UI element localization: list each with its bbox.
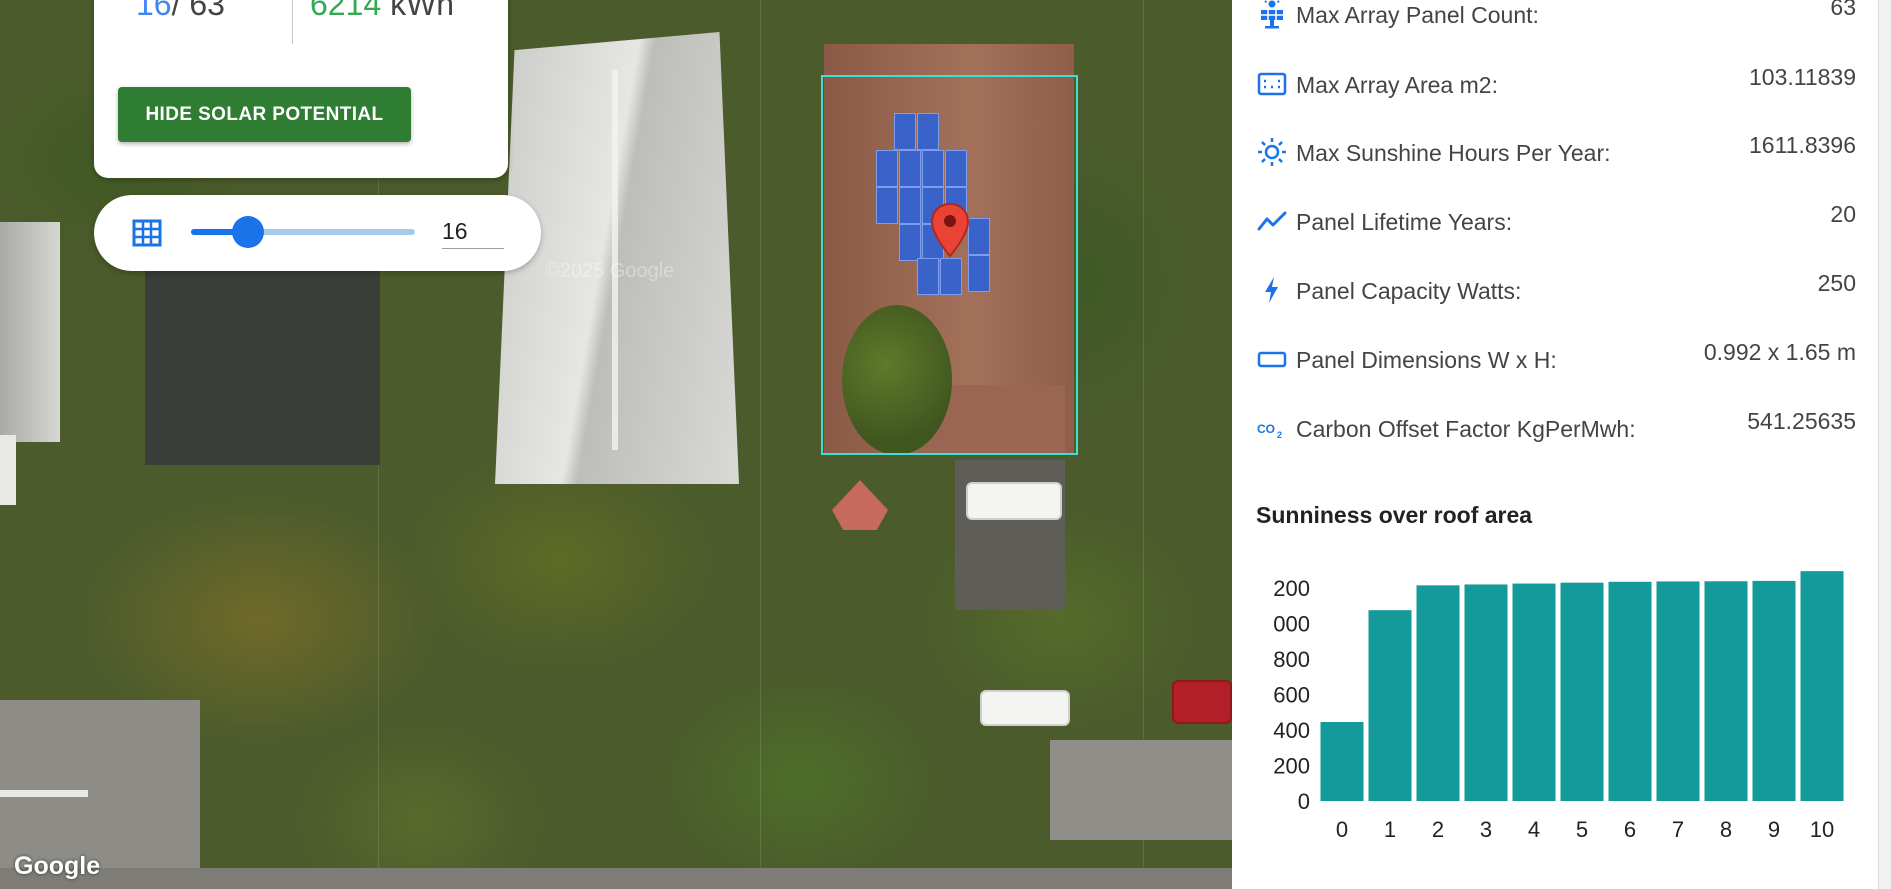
stat-row: Panel Lifetime Years: 20 [1256, 201, 1856, 241]
x-tick-label: 6 [1624, 817, 1636, 842]
google-logo: Google [14, 852, 101, 880]
stat-row: Max Array Panel Count: 63 [1256, 0, 1856, 34]
x-tick-label: 4 [1528, 817, 1540, 842]
x-tick-label: 5 [1576, 817, 1588, 842]
stat-value: 63 [1830, 0, 1856, 20]
parked-car [966, 482, 1062, 520]
rectangle-icon [1256, 343, 1288, 375]
neighbor-roof-dark [145, 265, 380, 465]
road [1050, 740, 1232, 840]
chart-bar[interactable] [1512, 583, 1556, 801]
stat-row: Max Sunshine Hours Per Year: 1611.8396 [1256, 132, 1856, 172]
sun-icon [1256, 136, 1288, 168]
y-tick-label: 000 [1273, 612, 1310, 637]
road [0, 868, 1232, 889]
bolt-icon [1256, 274, 1288, 306]
gazebo-roof [832, 480, 888, 530]
lane-marking [0, 790, 88, 797]
tile-seam [760, 0, 761, 889]
chart-bar[interactable] [1464, 584, 1508, 801]
chart-bar[interactable] [1416, 585, 1460, 801]
chart-bar[interactable] [1656, 581, 1700, 801]
chart-bar[interactable] [1608, 581, 1652, 801]
stat-divider [292, 0, 293, 44]
slider-track[interactable] [191, 216, 415, 248]
stat-label: Panel Capacity Watts: [1296, 278, 1522, 304]
x-tick-label: 7 [1672, 817, 1684, 842]
y-tick-label: 600 [1273, 683, 1310, 708]
sunniness-bar-chart: 0 200 400 600 800 000 200 0 1 2 3 4 5 6 7 8 9 10 [1273, 571, 1844, 842]
x-tick-label: 0 [1336, 817, 1348, 842]
neighbor-roof-left-edge [0, 435, 16, 505]
stat-value: 541.25635 [1747, 408, 1856, 434]
panels-total: / 63 [171, 0, 225, 22]
solar-summary-card: 16/ 63 6214 kWh HIDE SOLAR POTENTIAL [94, 0, 508, 178]
map-watermark: ©2025 Google [545, 260, 675, 282]
panel-count-input[interactable] [442, 215, 504, 249]
building-insights-panel: Max Array Panel Count: 63 Max Array Area m… [1232, 0, 1878, 889]
co2-icon: CO 2 [1256, 412, 1288, 444]
chart-bar[interactable] [1704, 581, 1748, 801]
x-tick-label: 9 [1768, 817, 1780, 842]
energy-stat: 6214 kWh [310, 0, 454, 20]
trend-line-icon [1256, 205, 1288, 237]
stat-label: Carbon Offset Factor KgPerMwh: [1296, 416, 1636, 442]
stat-row: CO 2 Carbon Offset Factor KgPerMwh: 541.256… [1256, 408, 1856, 448]
stat-row: Panel Capacity Watts: 250 [1256, 270, 1856, 310]
chart-title: Sunniness over roof area [1256, 502, 1533, 528]
chart-bar[interactable] [1800, 571, 1844, 801]
location-pin-icon[interactable] [930, 202, 970, 258]
y-tick-label: 0 [1298, 789, 1310, 814]
slider-thumb[interactable] [232, 216, 264, 248]
stat-row: Panel Dimensions W x H: 0.992 x 1.65 m [1256, 339, 1856, 379]
hide-solar-potential-button[interactable]: HIDE SOLAR POTENTIAL [118, 87, 411, 142]
chart-bar[interactable] [1752, 580, 1796, 801]
energy-value: 6214 [310, 0, 382, 22]
building-bounding-box [821, 75, 1078, 455]
svg-text:2: 2 [1277, 430, 1282, 440]
stat-label: Max Sunshine Hours Per Year: [1296, 140, 1611, 166]
stat-value: 1611.8396 [1748, 132, 1856, 158]
y-tick-label: 200 [1273, 576, 1310, 601]
area-icon [1256, 68, 1288, 100]
panel-count-stat: 16/ 63 [136, 0, 225, 20]
solar-panel-icon [1256, 0, 1288, 30]
scrollbar[interactable] [1878, 0, 1891, 889]
svg-text:CO: CO [1257, 422, 1275, 436]
parked-car [980, 690, 1070, 726]
y-tick-label: 400 [1273, 718, 1310, 743]
x-tick-label: 1 [1384, 817, 1396, 842]
energy-unit: kWh [390, 0, 455, 22]
panel-count-slider-control [94, 195, 541, 271]
chart-bar[interactable] [1560, 582, 1604, 801]
stat-label: Max Array Area m2: [1296, 72, 1498, 98]
panels-current: 16 [136, 0, 172, 22]
stat-label: Panel Dimensions W x H: [1296, 347, 1557, 373]
neighbor-roof-left [0, 222, 60, 442]
stat-value: 250 [1817, 270, 1856, 296]
stat-value: 0.992 x 1.65 m [1703, 339, 1856, 365]
x-tick-label: 8 [1720, 817, 1732, 842]
stat-value: 20 [1830, 201, 1856, 227]
x-tick-label: 10 [1810, 817, 1834, 842]
parked-car-red [1172, 680, 1232, 724]
y-tick-label: 200 [1273, 754, 1310, 779]
grid-icon [132, 219, 162, 247]
chart-bar[interactable] [1368, 610, 1412, 801]
y-tick-label: 800 [1273, 647, 1310, 672]
stat-row: Max Array Area m2: 103.11839 [1256, 64, 1856, 104]
stat-label: Panel Lifetime Years: [1296, 209, 1513, 235]
x-tick-label: 2 [1432, 817, 1444, 842]
stat-label: Max Array Panel Count: [1296, 2, 1539, 28]
x-tick-label: 3 [1480, 817, 1492, 842]
stat-value: 103.11839 [1748, 64, 1856, 90]
chart-bar[interactable] [1320, 722, 1364, 801]
